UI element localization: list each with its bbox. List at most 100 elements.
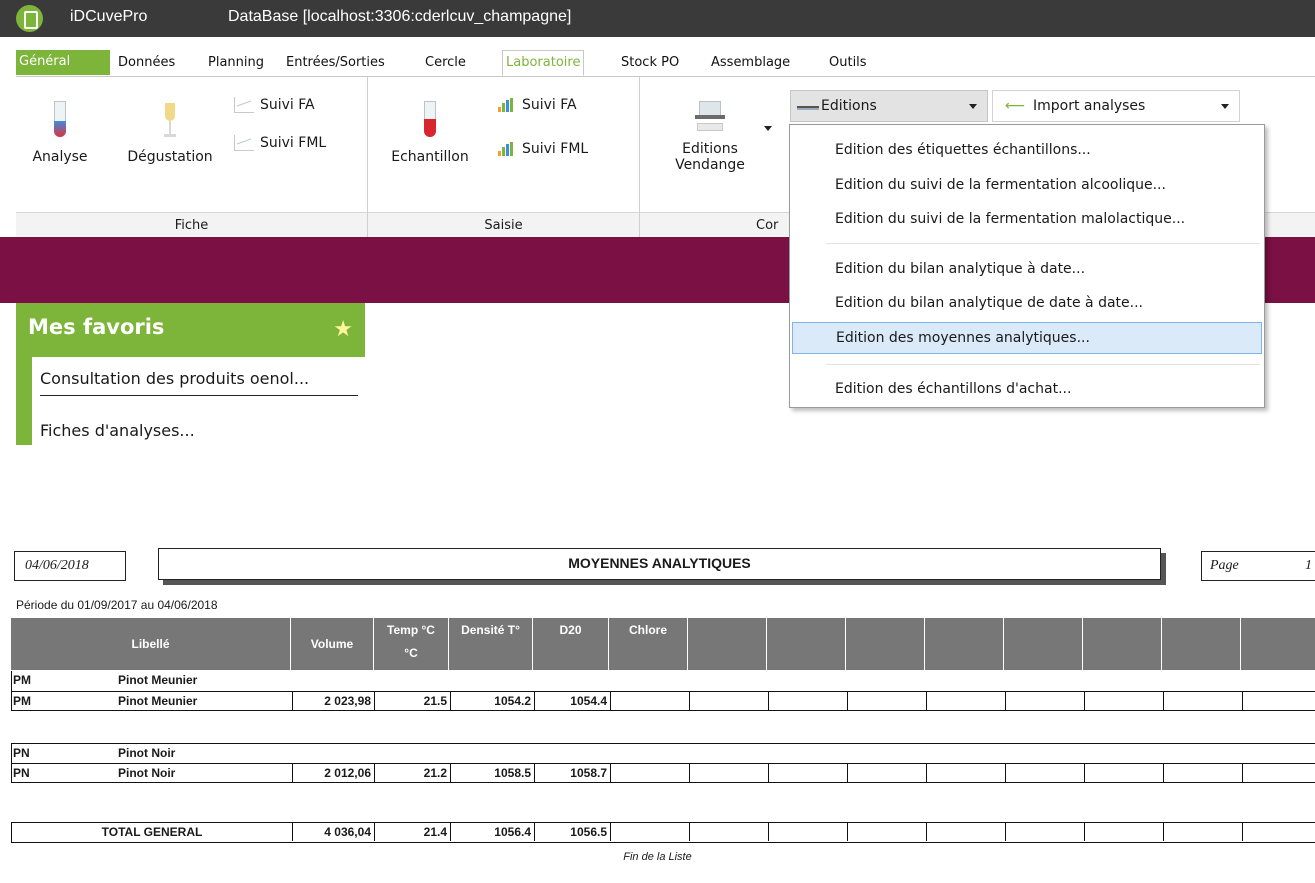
- bar-chart-icon: [498, 142, 516, 156]
- row-name: Pinot Meunier: [118, 673, 198, 687]
- report-page-number: 1: [1305, 558, 1312, 573]
- menu-separator: [826, 243, 1260, 244]
- row-densite: 1058.5: [494, 766, 531, 780]
- report-footer: Fin de la Liste: [623, 851, 692, 863]
- favorite-item[interactable]: Fiches d'analyses...: [40, 421, 195, 440]
- tab-outils[interactable]: Outils: [826, 51, 870, 75]
- editions-vendange-arrow-icon[interactable]: [764, 126, 772, 131]
- favorites-title: Mes favoris: [28, 315, 165, 339]
- menu-item-bilan-date-a-date[interactable]: Edition du bilan analytique de date à da…: [792, 288, 1262, 320]
- row-densite: 1054.2: [494, 694, 531, 708]
- row-d20: 1058.7: [570, 766, 607, 780]
- suivi-fa-fiche-label: Suivi FA: [260, 97, 315, 113]
- tab-donnees[interactable]: Données: [115, 51, 178, 75]
- favorite-item[interactable]: Consultation des produits oenol...: [40, 369, 358, 396]
- row-code: PN: [13, 766, 30, 780]
- title-bar: iDCuvePro DataBase [localhost:3306:cderl…: [0, 0, 1315, 37]
- tab-assemblage[interactable]: Assemblage: [708, 51, 793, 75]
- menu-item-moyennes[interactable]: Edition des moyennes analytiques...: [792, 322, 1262, 354]
- row-code: PM: [13, 694, 31, 708]
- group-label-fiche: Fiche: [16, 212, 367, 237]
- header-libelle: Libellé: [11, 618, 291, 670]
- total-label: TOTAL GENERAL: [101, 825, 203, 839]
- editions-dropdown-label: Editions: [821, 98, 877, 114]
- table-group-row: PM Pinot Meunier: [11, 671, 1315, 691]
- editions-dropdown[interactable]: Editions: [790, 90, 988, 122]
- header-empty: [1162, 618, 1241, 670]
- report-title: MOYENNES ANALYTIQUES: [158, 548, 1161, 580]
- tab-planning[interactable]: Planning: [205, 51, 267, 75]
- import-analyses-label: Import analyses: [1033, 98, 1146, 114]
- editions-menu: Edition des étiquettes échantillons... E…: [789, 124, 1265, 408]
- group-label-saisie: Saisie: [368, 212, 639, 237]
- row-name: Pinot Meunier: [118, 694, 198, 708]
- import-analyses-dropdown[interactable]: ⟵ Import analyses: [992, 90, 1240, 122]
- row-name: Pinot Noir: [118, 766, 176, 780]
- app-logo-icon[interactable]: [16, 5, 43, 32]
- suivi-fml-fiche-label: Suivi FML: [260, 135, 327, 151]
- table-row: PN Pinot Noir 2 012,06 21.2 1058.5 1058.…: [11, 763, 1315, 783]
- header-volume: Volume: [291, 618, 374, 670]
- line-chart-icon: [234, 97, 254, 113]
- ribbon-group-fiche: Analyse Dégustation Suivi FA Suivi FML F…: [16, 77, 368, 237]
- editions-vendange-button[interactable]: Editions Vendange: [660, 99, 760, 173]
- suivi-fml-saisie-button[interactable]: Suivi FML: [498, 141, 588, 157]
- test-tube-icon: [51, 101, 69, 141]
- report-table-header: Libellé Volume Temp °C °C Densité T° D20…: [11, 618, 1315, 670]
- favorites-panel: Mes favoris ★ Consultation des produits …: [16, 303, 365, 445]
- echantillon-button[interactable]: Echantillon: [380, 101, 480, 165]
- menu-item-echantillons-achat[interactable]: Edition des échantillons d'achat...: [792, 374, 1262, 406]
- header-empty: [846, 618, 925, 670]
- star-icon[interactable]: ★: [333, 317, 353, 342]
- analyse-button[interactable]: Analyse: [30, 101, 90, 165]
- tab-stock-po[interactable]: Stock PO: [618, 51, 682, 75]
- app-name: iDCuvePro: [70, 8, 148, 25]
- tab-cercle[interactable]: Cercle: [422, 51, 469, 75]
- suivi-fa-saisie-button[interactable]: Suivi FA: [498, 97, 577, 113]
- header-temp-label: Temp °C: [387, 623, 435, 637]
- row-code: PM: [13, 673, 31, 687]
- analyse-label: Analyse: [32, 149, 88, 165]
- report-page: Page 1: [1201, 551, 1315, 581]
- menu-item-etiquettes[interactable]: Edition des étiquettes échantillons...: [792, 135, 1262, 167]
- header-empty: [688, 618, 767, 670]
- row-name: Pinot Noir: [118, 746, 176, 760]
- bar-chart-icon: [498, 98, 516, 112]
- favorites-accent-bar: [16, 357, 32, 445]
- row-d20: 1054.4: [570, 694, 607, 708]
- tab-general[interactable]: Général: [16, 50, 110, 75]
- line-chart-icon: [234, 135, 254, 151]
- editions-vendange-label-1: Editions: [682, 141, 738, 157]
- database-title: DataBase [localhost:3306:cderlcuv_champa…: [228, 8, 572, 25]
- chevron-down-icon: [1221, 104, 1229, 109]
- favorites-header: Mes favoris ★: [16, 303, 365, 357]
- row-volume: 2 023,98: [324, 694, 371, 708]
- ribbon-group-saisie: Echantillon Suivi FA Suivi FML Saisie: [368, 77, 640, 237]
- degustation-label: Dégustation: [127, 149, 213, 165]
- suivi-fa-saisie-label: Suivi FA: [522, 97, 577, 113]
- editions-icon: [797, 106, 819, 110]
- total-temp: 21.4: [423, 825, 447, 839]
- table-group-row: PN Pinot Noir: [11, 743, 1315, 763]
- table-row: PM Pinot Meunier 2 023,98 21.5 1054.2 10…: [11, 691, 1315, 711]
- row-temp: 21.5: [423, 694, 447, 708]
- tab-entrees-sorties[interactable]: Entrées/Sorties: [283, 51, 388, 75]
- header-temp: Temp °C °C: [374, 618, 449, 670]
- degustation-button[interactable]: Dégustation: [114, 101, 226, 165]
- suivi-fml-fiche-button[interactable]: Suivi FML: [234, 135, 326, 151]
- wine-glass-icon: [161, 101, 179, 141]
- sample-tube-icon: [421, 101, 439, 141]
- tab-laboratoire[interactable]: Laboratoire: [502, 50, 585, 76]
- report-date: 04/06/2018: [14, 551, 126, 581]
- total-d20: 1056.5: [570, 825, 607, 839]
- header-densite: Densité T°: [449, 618, 533, 670]
- arrow-left-icon: ⟵: [1005, 98, 1026, 114]
- suivi-fa-fiche-button[interactable]: Suivi FA: [234, 97, 315, 113]
- menu-separator: [826, 364, 1260, 365]
- menu-item-suivi-fml[interactable]: Edition du suivi de la fermentation malo…: [792, 204, 1262, 236]
- report-preview: 04/06/2018 MOYENNES ANALYTIQUES Page 1 P…: [0, 540, 1315, 883]
- total-densite: 1056.4: [494, 825, 531, 839]
- menu-item-suivi-fa[interactable]: Edition du suivi de la fermentation alco…: [792, 170, 1262, 202]
- suivi-fml-saisie-label: Suivi FML: [522, 141, 589, 157]
- menu-item-bilan-date[interactable]: Edition du bilan analytique à date...: [792, 254, 1262, 286]
